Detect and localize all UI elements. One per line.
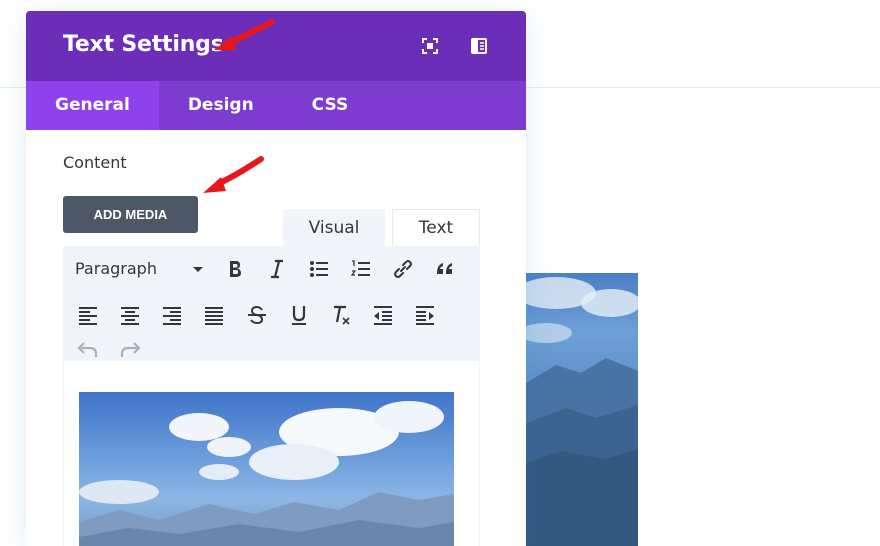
undo-icon[interactable] xyxy=(75,336,101,362)
chevron-down-icon xyxy=(193,267,203,272)
numbered-list-icon[interactable] xyxy=(348,256,374,282)
split-view-icon[interactable] xyxy=(470,37,488,55)
align-justify-icon[interactable] xyxy=(201,302,227,328)
paragraph-format-select[interactable]: Paragraph xyxy=(75,259,205,281)
editor-tab-text[interactable]: Text xyxy=(392,209,480,246)
editor-tab-visual[interactable]: Visual xyxy=(283,209,385,246)
expand-icon[interactable] xyxy=(421,37,439,55)
link-icon[interactable] xyxy=(390,256,416,282)
settings-tabs: General Design CSS xyxy=(26,81,526,130)
editor-toolbar: Paragraph xyxy=(63,246,480,361)
indent-icon[interactable] xyxy=(412,302,438,328)
italic-icon[interactable] xyxy=(264,256,290,282)
modal-title: Text Settings xyxy=(63,32,224,57)
background-mountain-image xyxy=(526,273,638,546)
align-center-icon[interactable] xyxy=(117,302,143,328)
bold-icon[interactable] xyxy=(222,256,248,282)
content-section-label: Content xyxy=(63,153,127,172)
format-select-value: Paragraph xyxy=(75,259,157,278)
bullet-list-icon[interactable] xyxy=(306,256,332,282)
underline-icon[interactable] xyxy=(286,302,312,328)
clear-formatting-icon[interactable] xyxy=(328,302,354,328)
redo-icon[interactable] xyxy=(117,336,143,362)
add-media-button[interactable]: ADD MEDIA xyxy=(63,196,198,233)
tab-general[interactable]: General xyxy=(26,81,159,130)
blockquote-icon[interactable] xyxy=(432,256,458,282)
align-left-icon[interactable] xyxy=(75,302,101,328)
align-right-icon[interactable] xyxy=(159,302,185,328)
tab-css[interactable]: CSS xyxy=(283,81,378,130)
annotation-arrow-add-media xyxy=(203,156,264,193)
outdent-icon[interactable] xyxy=(370,302,396,328)
editor-content-area[interactable] xyxy=(63,361,480,546)
text-settings-modal: Text Settings General Design CSS Content… xyxy=(26,11,526,546)
strikethrough-icon[interactable] xyxy=(244,302,270,328)
inserted-mountain-image[interactable] xyxy=(79,392,454,546)
tab-design[interactable]: Design xyxy=(159,81,283,130)
annotation-arrow-title xyxy=(214,19,275,50)
